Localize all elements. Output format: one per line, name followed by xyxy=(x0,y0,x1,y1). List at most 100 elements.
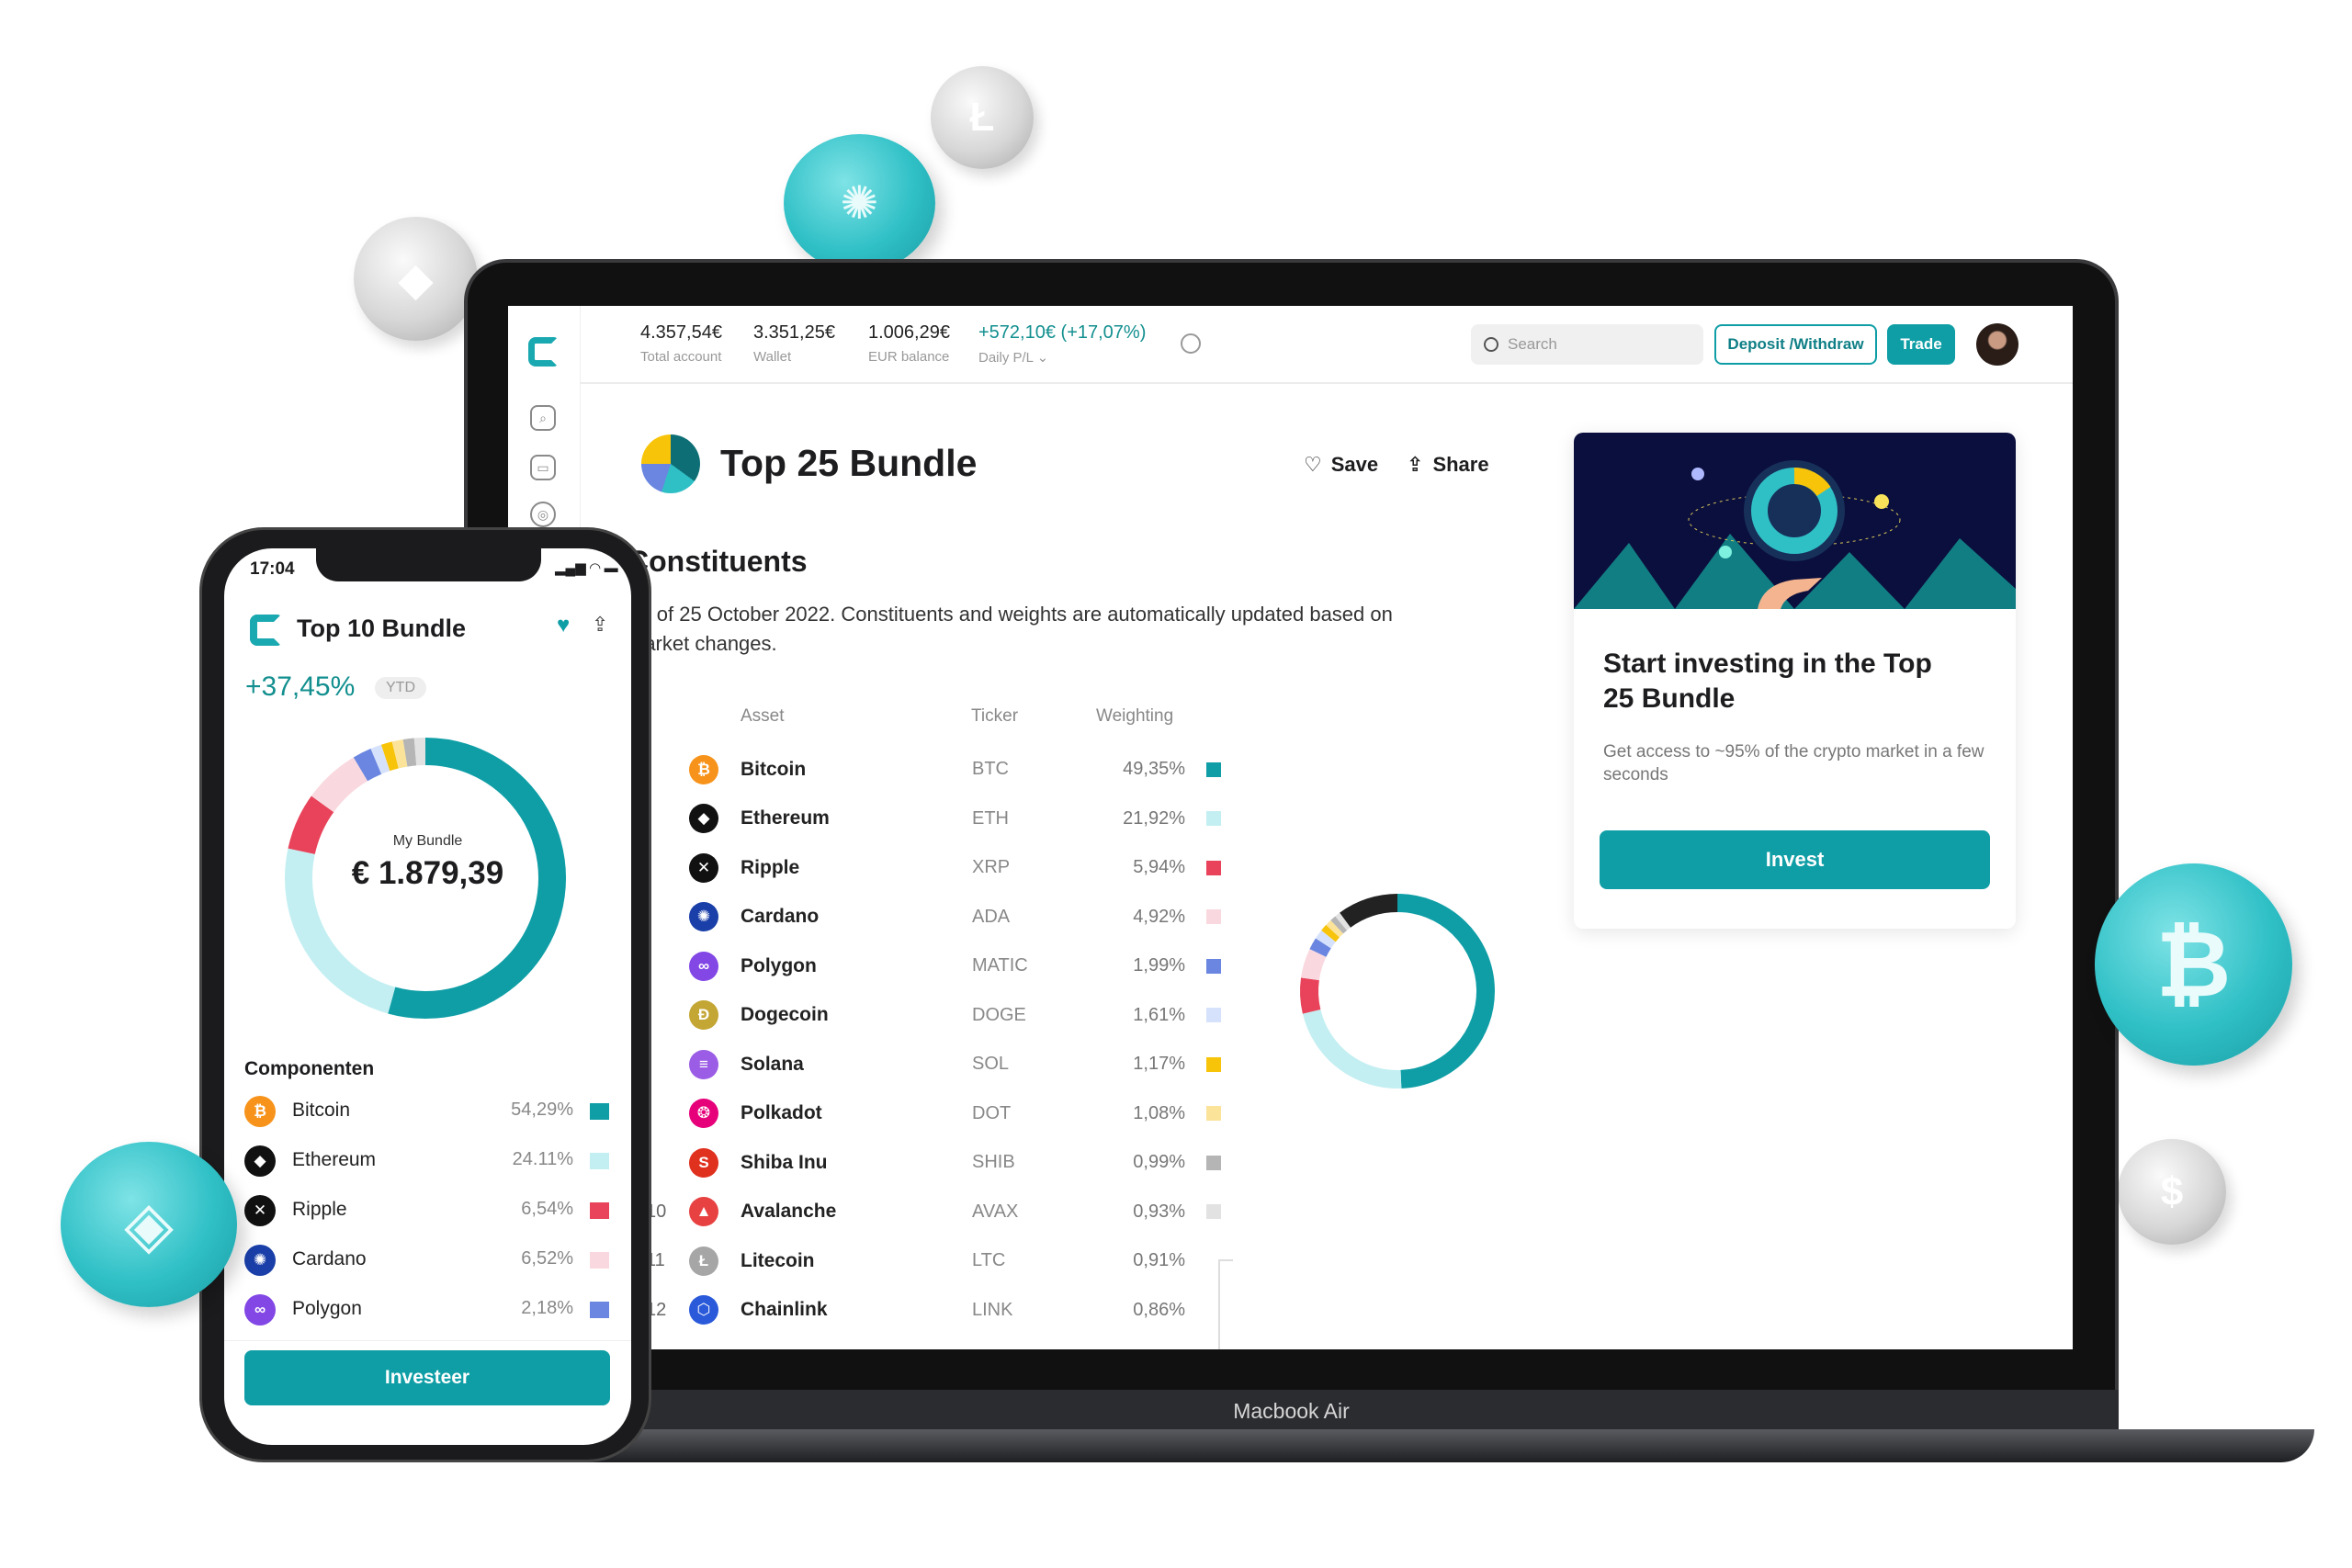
donut-label: My Bundle xyxy=(392,833,463,849)
return-value: +37,45% xyxy=(245,671,356,702)
donut-segment xyxy=(1300,977,1321,1014)
promo-illustration xyxy=(1574,433,2016,609)
list-item[interactable]: ₿ Bitcoin 54,29% xyxy=(224,1090,631,1133)
share-icon: ⇪ xyxy=(1407,453,1424,476)
logo-icon xyxy=(250,615,281,646)
asset-name: Polygon xyxy=(292,1298,362,1319)
polkadot-icon: ❂ xyxy=(689,1099,718,1128)
bitcoin-coin-icon: ₿ xyxy=(2095,863,2292,1066)
weight-swatch xyxy=(1206,1204,1221,1219)
asset-weight: 1,08% xyxy=(1133,1102,1185,1123)
asset-ticker: SHIB xyxy=(972,1152,1015,1172)
weight-swatch xyxy=(1206,860,1221,875)
phone-screen: 17:04 ▂▄▆ ◠ ▬ Top 10 Bundle ♥ ⇪ +37,45% … xyxy=(224,548,631,1445)
weight-swatch xyxy=(590,1252,609,1269)
promo-description: Get access to ~95% of the crypto market … xyxy=(1603,742,1984,784)
trade-button[interactable]: Trade xyxy=(1887,324,1955,365)
asset-weight: 1,61% xyxy=(1133,1004,1185,1025)
investeer-button[interactable]: Investeer xyxy=(244,1350,610,1405)
app-screen: ⌕ ▭ ◎ 4.357,54€ Total account 3.351,25€ Wa… xyxy=(508,306,2073,1349)
asset-ticker: ADA xyxy=(972,906,1011,927)
list-item[interactable]: ◆ Ethereum 24.11% xyxy=(224,1140,631,1182)
stat-total-account: 4.357,54€ Total account xyxy=(640,322,722,365)
asset-ticker: LTC xyxy=(972,1250,1006,1270)
avalanche-icon: ▲ xyxy=(689,1197,718,1226)
invest-button[interactable]: Invest xyxy=(1600,830,1990,889)
asset-weight: 1,99% xyxy=(1133,955,1185,976)
weight-swatch xyxy=(1206,1008,1221,1022)
stat-daily-pl[interactable]: +572,10€ (+17,07%) Daily P/L ⌄ xyxy=(978,322,1146,366)
phone-notch xyxy=(316,548,541,581)
asset-weight: 0,93% xyxy=(1133,1201,1185,1222)
asset-name: Chainlink xyxy=(741,1299,828,1320)
list-item[interactable]: ∞ Polygon 2,18% xyxy=(224,1289,631,1331)
list-item[interactable]: ✕ Ripple 6,54% xyxy=(224,1190,631,1232)
user-avatar[interactable] xyxy=(1976,323,2018,366)
asset-name: Ethereum xyxy=(292,1149,377,1170)
asset-name: Polygon xyxy=(741,954,817,976)
weight-swatch xyxy=(590,1202,609,1219)
share-button[interactable]: ⇪ Share xyxy=(1407,453,1489,477)
chart-search-icon[interactable]: ⌕ xyxy=(530,405,556,431)
signal-battery-icon: ▂▄▆ ◠ ▬ xyxy=(555,560,618,576)
donut-value: € 1.879,39 xyxy=(351,855,504,891)
section-description: As of 25 October 2022. Constituents and … xyxy=(628,603,1393,655)
list-divider xyxy=(224,1340,631,1341)
asset-ticker: BTC xyxy=(972,759,1009,779)
weight-swatch xyxy=(1206,1056,1221,1072)
asset-ticker: AVAX xyxy=(972,1201,1019,1222)
section-title: Constituents xyxy=(628,545,808,578)
asset-name: Cardano xyxy=(741,906,820,927)
asset-name: Ripple xyxy=(292,1199,347,1220)
asset-weight: 0,86% xyxy=(1133,1299,1185,1320)
asset-name: Ripple xyxy=(741,856,800,878)
weight-swatch xyxy=(1206,958,1221,974)
ethereum-coin-icon: ◆ xyxy=(354,217,478,341)
period-badge[interactable]: YTD xyxy=(375,677,426,699)
device-label: Macbook Air xyxy=(464,1390,2119,1432)
table-scrollbar[interactable] xyxy=(1218,1259,1233,1349)
asset-ticker: ETH xyxy=(972,807,1009,829)
page-title: Top 25 Bundle xyxy=(720,442,978,484)
share-icon[interactable]: ⇪ xyxy=(592,613,608,637)
logo-icon[interactable] xyxy=(528,337,558,367)
cardano-icon: ✺ xyxy=(689,902,718,931)
donut-segment xyxy=(1321,924,1340,942)
asset-weight: 5,94% xyxy=(1133,857,1185,877)
eye-icon[interactable] xyxy=(1181,333,1201,354)
polygon-icon: ∞ xyxy=(244,1294,276,1325)
laptop-base xyxy=(482,1429,2314,1462)
donut-segment xyxy=(1302,1009,1402,1089)
asset-weight: 6,54% xyxy=(521,1199,573,1219)
asset-weight: 21,92% xyxy=(1123,807,1185,829)
donut-segment xyxy=(1315,930,1336,949)
status-time: 17:04 xyxy=(250,559,295,579)
search-input[interactable]: Search xyxy=(1471,324,1703,365)
asset-ticker: MATIC xyxy=(972,955,1028,976)
asset-weight: 1,17% xyxy=(1133,1054,1185,1074)
asset-name: Ethereum xyxy=(741,807,830,829)
donut-segment-other xyxy=(402,738,417,767)
save-button[interactable]: ♡ Save xyxy=(1304,453,1378,477)
wallet-icon[interactable]: ▭ xyxy=(530,455,556,480)
phone-frame: 17:04 ▂▄▆ ◠ ▬ Top 10 Bundle ♥ ⇪ +37,45% … xyxy=(199,527,651,1462)
heart-icon[interactable]: ♥ xyxy=(557,613,570,638)
donut-segment-other xyxy=(1340,894,1398,928)
binance-coin-icon: ◈ xyxy=(61,1142,237,1307)
donut-segment-other xyxy=(391,739,408,769)
cardano-icon: ✺ xyxy=(244,1245,276,1276)
solana-icon: ≡ xyxy=(689,1049,718,1079)
weight-swatch xyxy=(1206,909,1221,924)
asset-weight: 54,29% xyxy=(511,1100,573,1120)
asset-weight: 0,99% xyxy=(1133,1152,1185,1172)
promo-card: Start investing in the Top 25 Bundle Get… xyxy=(1574,433,2016,929)
deposit-withdraw-button[interactable]: Deposit /Withdraw xyxy=(1714,324,1877,365)
list-item[interactable]: ✺ Cardano 6,52% xyxy=(224,1239,631,1281)
weight-swatch xyxy=(1206,811,1221,826)
globe-icon[interactable]: ◎ xyxy=(530,502,556,527)
asset-ticker: DOGE xyxy=(972,1004,1026,1025)
components-list: ₿ Bitcoin 54,29% ◆ Ethereum 24.11% ✕ Rip… xyxy=(224,1090,631,1341)
weight-swatch xyxy=(1206,1106,1221,1121)
asset-ticker: DOT xyxy=(972,1102,1012,1123)
heart-icon: ♡ xyxy=(1304,453,1322,476)
